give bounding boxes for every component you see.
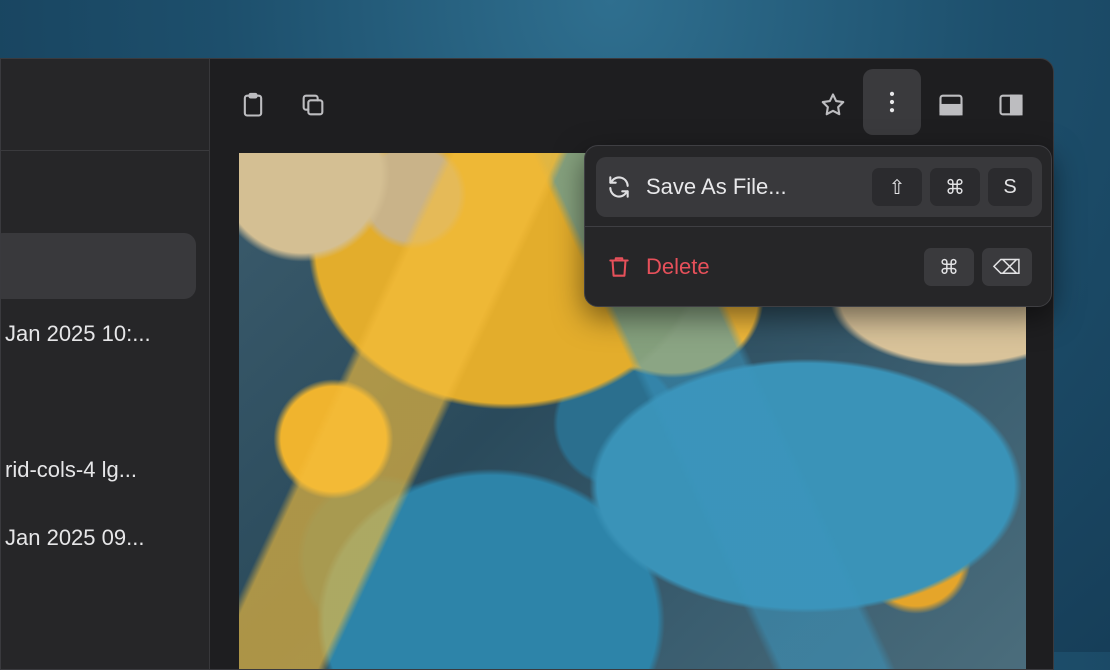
backspace-key: ⌫ — [982, 248, 1032, 286]
sidebar-divider — [1, 150, 209, 151]
sidebar-item-snippet[interactable]: rid-cols-4 lg... — [5, 457, 195, 483]
context-menu: Save As File... ⇧ ⌘ S Delete ⌘ ⌫ — [584, 145, 1052, 307]
more-vertical-icon — [889, 91, 895, 113]
command-key: ⌘ — [924, 248, 974, 286]
more-options-button[interactable] — [863, 69, 921, 135]
shift-key: ⇧ — [872, 168, 922, 206]
clipboard-icon[interactable] — [235, 87, 271, 123]
copy-icon[interactable] — [295, 87, 331, 123]
sidebar-selected-item[interactable] — [1, 233, 196, 299]
panel-bottom-icon[interactable] — [933, 87, 969, 123]
delete-shortcut: ⌘ ⌫ — [924, 248, 1032, 286]
delete-label: Delete — [646, 254, 710, 279]
refresh-icon — [606, 174, 632, 200]
s-key: S — [988, 168, 1032, 206]
save-as-file-menu-item[interactable]: Save As File... ⇧ ⌘ S — [596, 157, 1042, 217]
sidebar: Jan 2025 10:... rid-cols-4 lg... Jan 202… — [1, 59, 210, 669]
sidebar-item-date-2[interactable]: Jan 2025 09... — [5, 525, 195, 551]
save-as-file-label: Save As File... — [646, 174, 787, 199]
menu-separator — [585, 226, 1051, 227]
delete-menu-item[interactable]: Delete ⌘ ⌫ — [596, 237, 1042, 297]
command-key: ⌘ — [930, 168, 980, 206]
sidebar-item-date-1[interactable]: Jan 2025 10:... — [5, 321, 195, 347]
star-icon[interactable] — [815, 87, 851, 123]
save-shortcut: ⇧ ⌘ S — [872, 168, 1032, 206]
panel-right-icon[interactable] — [993, 87, 1029, 123]
trash-icon — [606, 254, 632, 280]
